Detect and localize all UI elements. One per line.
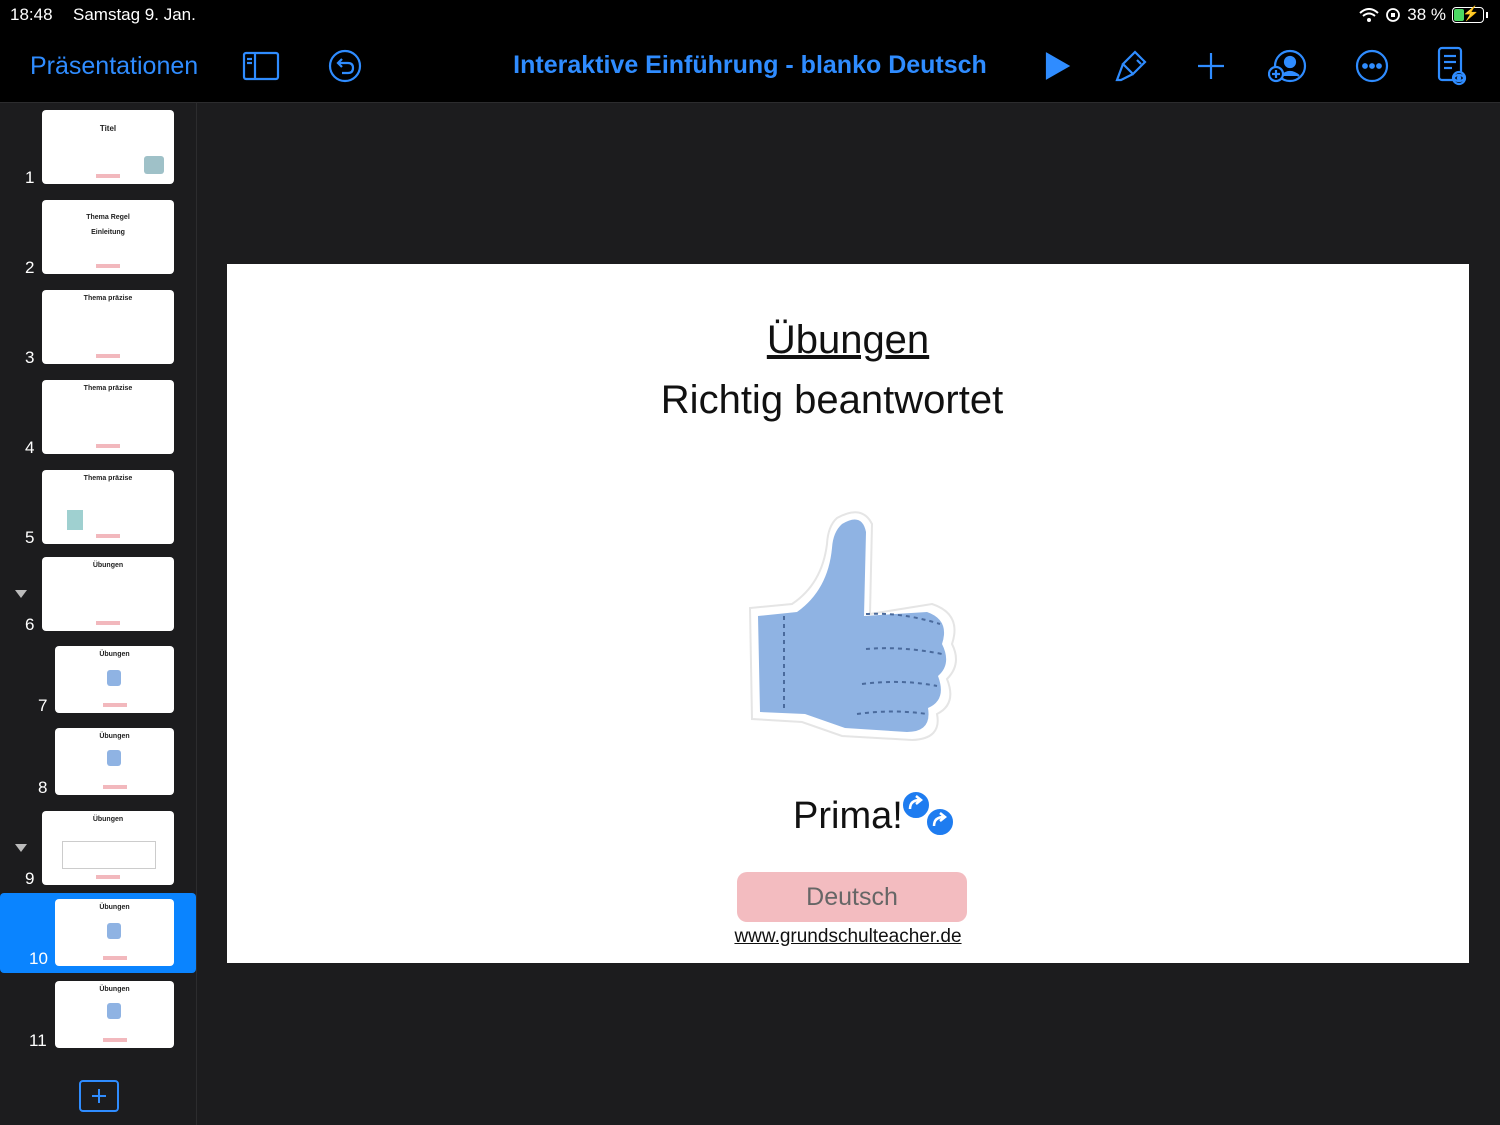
play-button[interactable]	[1036, 46, 1076, 86]
thumbnail-text: Übungen	[99, 651, 130, 658]
collaborate-button[interactable]	[1268, 46, 1308, 86]
slide-number: 9	[25, 869, 35, 888]
battery-percent: 38 %	[1407, 5, 1446, 24]
thumbnail-text: Titel	[99, 124, 117, 133]
thumbs-down-icon	[107, 750, 121, 766]
play-icon	[1045, 52, 1071, 80]
slide-thumbnail-row[interactable]: 4 Thema präzise	[0, 373, 196, 463]
slide-number: 1	[25, 168, 35, 187]
thumbnail-text: Übungen	[99, 904, 130, 911]
thumbnail-text: Thema Regel Einleitung	[86, 214, 130, 237]
toolbar: Präsentationen Interaktive Einführung - …	[0, 30, 1500, 103]
more-icon	[1355, 49, 1389, 83]
orientation-lock-icon	[1386, 8, 1401, 22]
battery-icon: ⚡	[1452, 5, 1484, 23]
slide-thumbnail-row[interactable]: 2 Thema Regel Einleitung	[0, 193, 196, 283]
slide-thumbnail[interactable]: Übungen	[55, 646, 174, 713]
more-button[interactable]	[1352, 46, 1392, 86]
thumbs-up-icon	[107, 670, 121, 686]
slide-thumbnail-row[interactable]: 6 Übungen	[0, 553, 196, 643]
slide-number: 3	[25, 348, 35, 367]
undo-button[interactable]	[325, 46, 365, 86]
slide-subtitle[interactable]: Richtig beantwortet	[227, 378, 1437, 423]
slide-thumbnail-row[interactable]: 8 Übungen	[0, 725, 196, 807]
slide-number: 6	[25, 615, 35, 634]
slide-thumbnail[interactable]: Übungen	[55, 728, 174, 795]
link-arrows-icon[interactable]	[900, 789, 960, 841]
slide-thumbnail-row[interactable]: 9 Übungen	[0, 807, 196, 893]
insert-button[interactable]	[1191, 46, 1231, 86]
slide-thumbnail-row[interactable]: 3 Thema präzise	[0, 283, 196, 373]
slide-number: 8	[38, 778, 48, 797]
thumbnail-text: Übungen	[99, 733, 130, 740]
slide-thumbnail[interactable]: Thema präzise	[42, 290, 174, 364]
slide-number: 5	[25, 528, 35, 547]
slide-number: 10	[29, 949, 48, 968]
slide-canvas[interactable]: Übungen Richtig beantwortet Prima! Deuts…	[227, 264, 1469, 963]
slide-number: 2	[25, 258, 35, 277]
presenter-notes-icon	[1437, 46, 1467, 86]
disclosure-triangle-icon[interactable]	[15, 590, 27, 598]
thumbnail-text: Thema präzise	[83, 475, 133, 482]
slide-thumbnail[interactable]: Titel	[42, 110, 174, 184]
thumbs-down-icon	[107, 1003, 121, 1019]
format-button[interactable]	[1111, 46, 1151, 86]
presenter-notes-button[interactable]	[1432, 46, 1472, 86]
status-bar: 18:48 Samstag 9. Jan. 38 % ⚡	[0, 0, 1500, 30]
status-time: 18:48	[10, 5, 53, 24]
thumbs-up-icon	[107, 923, 121, 939]
slide-thumbnail[interactable]: Thema präzise	[42, 380, 174, 454]
slide-thumbnail[interactable]: Übungen	[42, 811, 174, 885]
presentations-back-button[interactable]: Präsentationen	[30, 52, 198, 81]
status-date: Samstag 9. Jan.	[73, 5, 196, 24]
slide-number: 4	[25, 438, 35, 457]
subject-badge[interactable]: Deutsch	[737, 872, 967, 922]
plus-icon	[1198, 53, 1224, 79]
slide-thumbnail-row[interactable]: 1 Titel	[0, 103, 196, 193]
thumbnail-text: Übungen	[92, 816, 124, 823]
slide-thumbnail-row-selected[interactable]: 10 Übungen	[0, 893, 196, 973]
sidebar-icon	[242, 51, 280, 81]
thumbnail-text: Thema präzise	[83, 295, 133, 302]
disclosure-triangle-icon[interactable]	[15, 844, 27, 852]
thumbs-up-image[interactable]	[742, 504, 982, 749]
slide-thumbnail[interactable]: Thema präzise	[42, 470, 174, 544]
sidebar-toggle-button[interactable]	[241, 46, 281, 86]
format-brush-icon	[1115, 50, 1147, 82]
slide-thumbnail-row[interactable]: 7 Übungen	[0, 643, 196, 725]
slide-number: 11	[29, 1031, 47, 1050]
slide-number: 7	[38, 696, 48, 715]
status-indicators: 38 % ⚡	[1359, 5, 1488, 25]
slide-thumbnail[interactable]: Übungen	[42, 557, 174, 631]
thumbnail-text: Übungen	[99, 986, 130, 993]
slide-caption[interactable]: Prima!	[793, 795, 903, 838]
website-link[interactable]: www.grundschulteacher.de	[227, 926, 1469, 948]
slide-navigator[interactable]: 1 Titel 2 Thema Regel Einleitung 3 Thema…	[0, 103, 197, 1125]
thumbnail-text: Übungen	[92, 562, 124, 569]
plus-icon	[92, 1089, 106, 1103]
slide-thumbnail-row[interactable]: 5 Thema präzise	[0, 463, 196, 553]
slide-thumbnail-row[interactable]: 11 Übungen	[0, 975, 196, 1057]
slide-thumbnail[interactable]: Übungen	[55, 899, 174, 966]
slide-thumbnail[interactable]: Thema Regel Einleitung	[42, 200, 174, 274]
slide-title[interactable]: Übungen	[227, 318, 1469, 363]
add-slide-button[interactable]	[79, 1080, 119, 1112]
undo-icon	[328, 49, 362, 83]
thumbnail-text: Thema präzise	[83, 385, 133, 392]
notebook-image	[67, 510, 83, 530]
slide-thumbnail[interactable]: Übungen	[55, 981, 174, 1048]
table-image	[62, 841, 156, 869]
wifi-icon	[1359, 7, 1379, 22]
books-image	[144, 156, 164, 174]
collaborate-icon	[1268, 49, 1307, 83]
